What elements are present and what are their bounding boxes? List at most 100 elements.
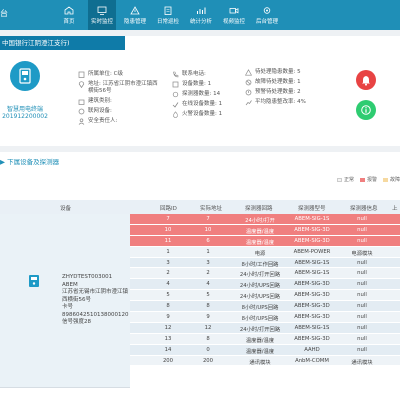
info-safety-officer: 安全责任人: xyxy=(78,118,158,127)
table-row[interactable]: 5 5 24小时/UPS回路 ABEM-SIG-3D null xyxy=(130,290,400,302)
device-address: 江苏省无锡市江阴市澄江镇西横街56号 xyxy=(62,289,129,303)
table-cell-model: ABEM-SIG-1S xyxy=(294,324,330,331)
nav-statistics[interactable]: 统计分析 xyxy=(187,0,215,30)
table-row[interactable]: 8 8 8小时/UPS回路 ABEM-SIG-3D null xyxy=(130,301,400,313)
table-cell-info: null xyxy=(357,324,367,331)
table-cell-addr: 200 xyxy=(202,357,214,364)
settings-icon xyxy=(261,5,273,15)
table-row[interactable]: 9 9 8小时/UPS回路 ABEM-SIG-3D null xyxy=(130,312,400,323)
legend-normal: 正常 xyxy=(336,176,354,183)
table-cell-id: 4 xyxy=(166,281,170,288)
device-title: 中国银行江阴澄江支行) xyxy=(0,36,125,50)
table-cell-info: null xyxy=(357,303,367,310)
table-row[interactable]: 2 2 24小时/打开回路 ABEM-SIG-1S null xyxy=(130,268,400,280)
rate-icon xyxy=(245,100,252,106)
table-row[interactable]: 4 4 24小时/UPS回路 ABEM-SIG-3D null xyxy=(130,279,400,291)
info-column-basic: 所属单位: C级 地址: 江苏省江阴市澄江镇西横街56号 建筑类别: 联网设备:… xyxy=(78,71,158,128)
table-cell-loop: 24小时/UPS回路 xyxy=(239,283,281,290)
table-cell-addr: 10 xyxy=(204,226,212,233)
table-cell-info: 电源模块 xyxy=(351,250,373,257)
hazard-icon xyxy=(245,69,252,76)
table-row[interactable]: 14 0 温度器/温度 AAHD null xyxy=(130,344,400,356)
table-header: 设备 回路ID 实际地址 探测器回路 探测器型号 探测器信息 上 xyxy=(0,200,400,214)
table-row[interactable]: 12 12 24小时/打开回路 ABEM-SIG-1S null xyxy=(130,322,400,334)
nav-daily-inspection[interactable]: 日常巡检 xyxy=(154,0,182,30)
table-cell-id: 5 xyxy=(166,292,170,299)
section-title: ▶ 下属设备及探测器 xyxy=(0,158,60,166)
table-cell-loop: 8小时/UPS回路 xyxy=(241,305,279,312)
status-info-button[interactable] xyxy=(356,100,376,120)
info-column-hazards: 待处理隐患数量: 5 故障待处理数量: 1 预警待处理数量: 2 平均隐患整改率… xyxy=(245,69,306,109)
table-cell-info: null xyxy=(357,314,367,321)
detector-section: ▶ 下属设备及探测器 正常 报警 故障 设备 回路ID 实际地址 探测器回路 探… xyxy=(0,152,400,400)
user-icon xyxy=(78,118,85,125)
info-icon xyxy=(361,105,371,115)
status-legend: 正常 报警 故障 xyxy=(331,176,400,183)
table-cell-info: null xyxy=(357,270,367,277)
table-cell-info: null xyxy=(357,292,367,299)
table-cell-model: ABEM-SIG-1S xyxy=(294,216,330,222)
table-cell-id: 200 xyxy=(162,357,174,364)
table-cell-model: ABEM-SIG-3D xyxy=(294,281,330,288)
warning-icon xyxy=(129,5,141,15)
table-cell-id: 14 xyxy=(164,346,172,353)
table-cell-id: 2 xyxy=(166,270,170,277)
nav-realtime-monitor[interactable]: 实时监控 xyxy=(88,0,116,30)
info-detector-count: 探测器数量: 14 xyxy=(172,91,222,100)
legend-swatch xyxy=(359,177,365,182)
table-row[interactable]: 3 3 8小时/工作回路 ABEM-SIG-1S null xyxy=(130,257,400,269)
nav-backend-management[interactable]: 后台管理 xyxy=(253,0,281,30)
table-cell-model: ABEM-SIG-1S xyxy=(294,270,330,277)
table-row[interactable]: 10 10 温度器/温度 ABEM-SIG-3D null xyxy=(130,224,400,236)
main-nav: 首页 实时监控 隐患管理 日常巡检 统计分析 视频监控 后台管理 xyxy=(55,0,286,30)
table-cell-addr: 0 xyxy=(206,346,210,353)
table-row[interactable]: 1 1 电源 ABEM-POWER 电源模块 xyxy=(130,246,400,258)
header-detector-loop: 探测器回路 xyxy=(245,206,273,212)
nav-home[interactable]: 首页 xyxy=(55,0,83,30)
device-cell[interactable]: ZHYDTEST003001 ABEM 江苏省无锡市江阴市澄江镇西横街56号 卡… xyxy=(0,214,130,388)
nav-label: 隐患管理 xyxy=(123,19,146,25)
legend-swatch xyxy=(382,177,388,182)
table-cell-model: ABEM-SIG-3D xyxy=(294,226,330,233)
nav-video-monitor[interactable]: 视频监控 xyxy=(220,0,248,30)
location-icon xyxy=(78,81,85,88)
device-brand: ABEM xyxy=(62,281,78,288)
device-avatar xyxy=(10,61,40,91)
device-signal: 信号强度28 xyxy=(62,319,91,325)
terminal-device-icon xyxy=(29,275,39,287)
brand-title: 台 xyxy=(0,9,8,18)
chart-icon xyxy=(195,5,207,15)
header-device: 设备 xyxy=(60,206,72,212)
table-cell-id: 1 xyxy=(166,248,170,255)
table-cell-model: AnbM-COMM xyxy=(295,357,329,364)
table-cell-addr: 4 xyxy=(206,281,210,288)
nav-hazard-management[interactable]: 隐患管理 xyxy=(121,0,149,30)
table-cell-addr: 1 xyxy=(206,248,210,255)
table-cell-id: 13 xyxy=(164,335,172,342)
table-row[interactable]: 7 7 24小时/打开 ABEM-SIG-1S null xyxy=(130,214,400,225)
table-row[interactable]: 13 8 温度器/温度 ABEM-SIG-3D null xyxy=(130,333,400,345)
table-cell-loop: 通讯模块 xyxy=(249,359,271,366)
device-id: ZHYDTEST003001 xyxy=(62,274,113,280)
info-address: 地址: 江苏省江阴市澄江镇西横街56号 xyxy=(78,81,158,97)
legend-fault: 故障 xyxy=(382,176,400,183)
table-cell-info: 通讯模块 xyxy=(351,359,373,366)
table-cell-model: AAHD xyxy=(304,346,320,353)
table-row[interactable]: 200 200 通讯模块 AnbM-COMM 通讯模块 xyxy=(130,355,400,367)
table-cell-model: ABEM-POWER xyxy=(293,248,331,255)
table-cell-addr: 9 xyxy=(206,314,210,321)
table-row[interactable]: 11 6 温度器/温度 ABEM-SIG-3D null xyxy=(130,235,400,247)
device-details: ZHYDTEST003001 ABEM 江苏省无锡市江阴市澄江镇西横街56号 卡… xyxy=(62,274,132,327)
device-count-icon xyxy=(172,81,179,88)
table-cell-id: 9 xyxy=(166,314,170,321)
table-cell-model: ABEM-SIG-3D xyxy=(294,292,330,299)
alarm-bell-button[interactable] xyxy=(356,70,376,90)
table-cell-id: 8 xyxy=(166,303,170,310)
info-rectification-rate: 平均隐患整改率: 4% xyxy=(245,99,306,108)
legend-swatch xyxy=(336,177,342,182)
table-cell-id: 11 xyxy=(164,237,172,244)
video-icon xyxy=(228,5,240,15)
phone-icon xyxy=(173,71,179,78)
table-cell-loop: 温度器/温度 xyxy=(245,348,275,355)
header-detector-info: 探测器信息 xyxy=(350,206,378,212)
